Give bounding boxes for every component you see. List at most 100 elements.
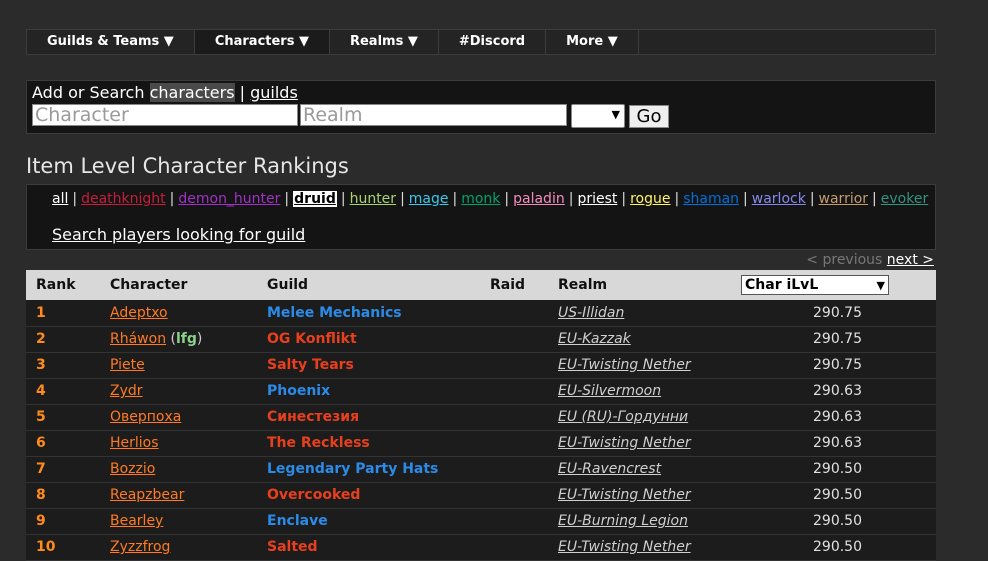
go-button[interactable]: Go (629, 105, 669, 128)
previous-page-link: < previous (806, 252, 883, 268)
realm-link[interactable]: US-Illidan (558, 305, 624, 321)
character-link[interactable]: Zyzzfrog (110, 539, 170, 555)
guild-link[interactable]: Overcooked (267, 487, 360, 503)
class-separator: | (169, 191, 175, 207)
raid-cell (490, 456, 558, 482)
next-page-link[interactable]: next > (887, 252, 934, 268)
character-cell: Bearley (110, 508, 267, 534)
lfg-search-link[interactable]: Search players looking for guild (52, 225, 305, 244)
class-filter-rogue[interactable]: rogue (630, 191, 670, 207)
character-link[interactable]: Bearley (110, 513, 163, 529)
character-link[interactable]: Оверпоха (110, 409, 181, 425)
class-filter-demon-hunter[interactable]: demon_hunter (178, 191, 280, 207)
class-filter-shaman[interactable]: shaman (683, 191, 739, 207)
ilvl-cell: 290.63 (813, 409, 862, 425)
character-link[interactable]: Rháwon (110, 331, 166, 347)
realm-link[interactable]: EU (RU)-Гордунни (558, 409, 688, 425)
guild-cell: Legendary Party Hats (267, 456, 490, 482)
realm-cell: EU-Burning Legion (558, 508, 741, 534)
guilds-mode-link[interactable]: guilds (250, 83, 298, 102)
guild-cell: OG Konflikt (267, 326, 490, 352)
nav-characters[interactable]: Characters ▼ (194, 30, 330, 54)
realm-link[interactable]: EU-Burning Legion (558, 513, 688, 529)
guild-link[interactable]: Legendary Party Hats (267, 461, 438, 477)
ilvl-cell: 290.75 (813, 331, 862, 347)
class-filter-mage[interactable]: mage (409, 191, 449, 207)
characters-mode-link[interactable]: characters (149, 83, 235, 102)
class-filter-warlock[interactable]: warlock (752, 191, 806, 207)
ilvl-cell: 290.50 (813, 539, 862, 555)
character-cell: Zydr (110, 378, 267, 404)
guild-link[interactable]: Enclave (267, 513, 328, 529)
header-raid: Raid (490, 277, 526, 293)
character-link[interactable]: Herlios (110, 435, 159, 451)
character-input[interactable] (32, 104, 298, 126)
character-link[interactable]: Bozzio (110, 461, 155, 477)
realm-cell: EU-Silvermoon (558, 378, 741, 404)
realm-cell: EU (RU)-Гордунни (558, 404, 741, 430)
nav-more[interactable]: More ▼ (546, 30, 639, 54)
guild-link[interactable]: Salty Tears (267, 357, 354, 373)
realm-link[interactable]: EU-Twisting Nether (558, 539, 691, 555)
realm-link[interactable]: EU-Twisting Nether (558, 487, 691, 503)
realm-cell: EU-Twisting Nether (558, 482, 741, 508)
class-filter-druid[interactable]: druid (293, 191, 337, 207)
raid-cell (490, 482, 558, 508)
guild-link[interactable]: Phoenix (267, 383, 330, 399)
realm-cell: EU-Twisting Nether (558, 352, 741, 378)
class-filter-priest[interactable]: priest (577, 191, 617, 207)
nav-guilds-teams[interactable]: Guilds & Teams ▼ (27, 30, 195, 54)
rank-cell: 10 (36, 539, 56, 555)
character-link[interactable]: Adeptxo (110, 305, 168, 321)
lfg-label: lfg (176, 331, 197, 347)
class-separator: | (504, 191, 510, 207)
character-link[interactable]: Piete (110, 357, 145, 373)
guild-link[interactable]: Синестезия (267, 409, 359, 425)
class-filter-all[interactable]: all (52, 191, 68, 207)
raid-cell (490, 378, 558, 404)
class-filter-warrior[interactable]: warrior (819, 191, 869, 207)
realm-link[interactable]: EU-Twisting Nether (558, 357, 691, 373)
class-filter-monk[interactable]: monk (461, 191, 500, 207)
realm-link[interactable]: EU-Kazzak (558, 331, 631, 347)
ilvl-cell: 290.50 (813, 513, 862, 529)
character-link[interactable]: Zydr (110, 383, 143, 399)
sort-select[interactable]: Char iLvL ▼ (741, 275, 889, 295)
realm-link[interactable]: EU-Ravencrest (558, 461, 661, 477)
class-separator: | (452, 191, 458, 207)
realm-input[interactable] (300, 104, 567, 126)
table-row: 10 Zyzzfrog Salted EU-Twisting Nether 290.50 (26, 534, 936, 560)
guild-cell: Синестезия (267, 404, 490, 430)
realm-link[interactable]: EU-Silvermoon (558, 383, 661, 399)
guild-link[interactable]: Melee Mechanics (267, 305, 402, 321)
character-link[interactable]: Reapzbear (110, 487, 184, 503)
guild-cell: Salted (267, 534, 490, 560)
class-filter-list: all | deathknight | demon_hunter | druid | hunte… (52, 190, 928, 208)
table-row: 8 Reapzbear Overcooked EU-Twisting Nether 29… (26, 482, 936, 508)
raid-cell (490, 430, 558, 456)
raid-cell (490, 300, 558, 326)
character-cell: Piete (110, 352, 267, 378)
realm-link[interactable]: EU-Twisting Nether (558, 435, 691, 451)
realm-cell: EU-Twisting Nether (558, 430, 741, 456)
rank-cell: 1 (36, 304, 46, 321)
class-filter-evoker[interactable]: evoker (881, 191, 928, 207)
class-filter-hunter[interactable]: hunter (350, 191, 396, 207)
realm-cell: EU-Ravencrest (558, 456, 741, 482)
guild-cell: Enclave (267, 508, 490, 534)
rank-cell: 8 (36, 487, 46, 503)
header-realm: Realm (558, 277, 608, 293)
rank-cell: 9 (36, 513, 46, 529)
table-row: 6 Herlios The Reckless EU-Twisting Nether 29… (26, 430, 936, 456)
guild-link[interactable]: OG Konflikt (267, 331, 357, 347)
table-row: 1 Adeptxo Melee Mechanics US-Illidan 290.75 (26, 300, 936, 326)
class-filter-paladin[interactable]: paladin (513, 191, 565, 207)
guild-link[interactable]: The Reckless (267, 435, 370, 451)
nav-discord[interactable]: #Discord (439, 30, 547, 54)
class-separator: | (743, 191, 748, 207)
nav-realms[interactable]: Realms ▼ (330, 30, 439, 54)
ilvl-cell: 290.50 (813, 487, 862, 503)
region-select[interactable]: ▼ (571, 104, 625, 128)
class-filter-deathknight[interactable]: deathknight (81, 191, 166, 207)
guild-link[interactable]: Salted (267, 539, 318, 555)
